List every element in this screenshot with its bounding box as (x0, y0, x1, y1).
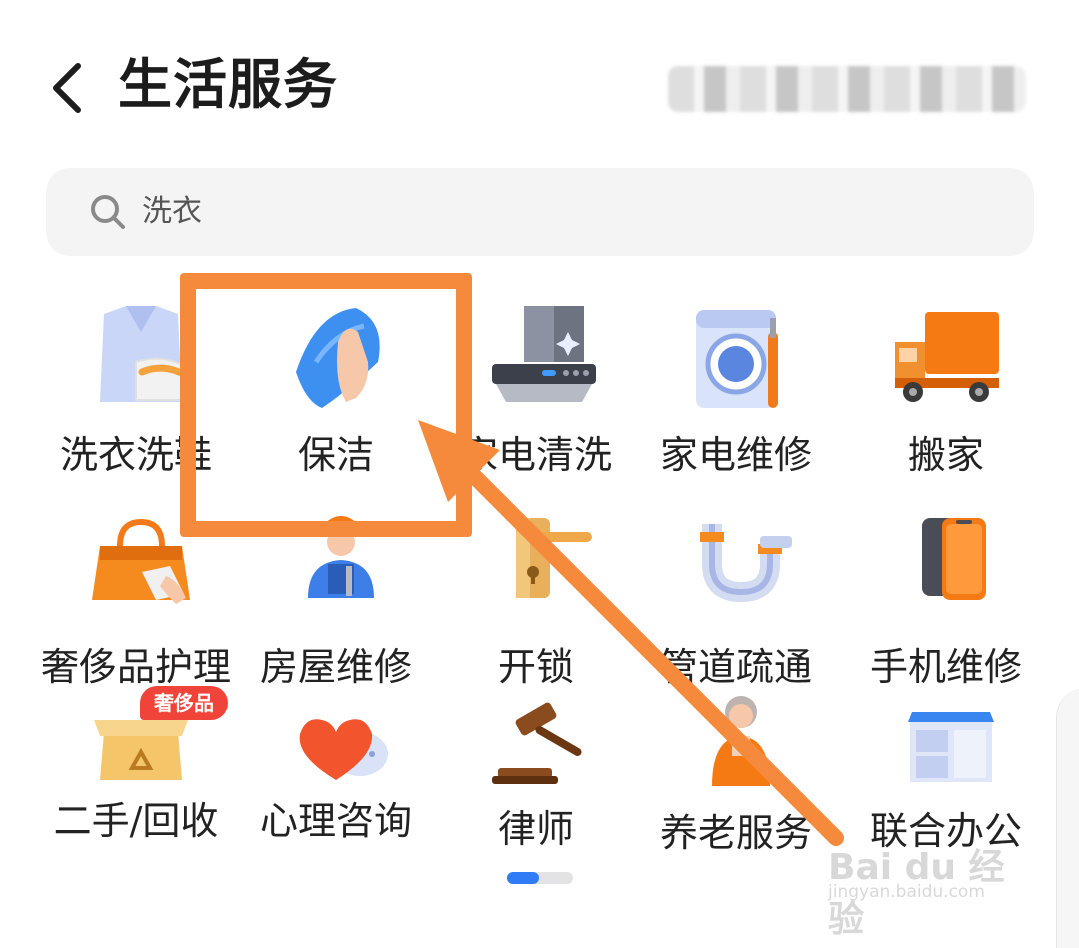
service-label: 联合办公 (869, 809, 1022, 853)
search-input[interactable]: 洗衣 (142, 188, 202, 236)
service-luxury-care[interactable]: 奢侈品护理 (36, 514, 236, 694)
chevron-left-icon (53, 63, 81, 113)
service-label: 手机维修 (869, 645, 1022, 689)
search-bar[interactable]: 洗衣 (46, 168, 1034, 256)
moving-truck-icon (895, 312, 999, 402)
service-label: 管道疏通 (659, 645, 812, 689)
phone-icon (922, 518, 986, 600)
service-moving[interactable]: 搬家 (846, 302, 1046, 482)
service-label: 家电维修 (659, 433, 812, 477)
desk-icon (908, 712, 994, 782)
luxury-badge: 奢侈品 (140, 686, 228, 720)
service-label: 房屋维修 (259, 645, 412, 689)
back-button[interactable] (44, 58, 94, 118)
pipe-icon (700, 524, 792, 603)
washing-machine-icon (696, 310, 778, 408)
service-cleaning[interactable]: 保洁 (236, 302, 436, 482)
service-elderly-care[interactable]: 养老服务 (636, 696, 836, 880)
service-label: 洗衣洗鞋 (59, 433, 212, 477)
top-bar: 生活服务 (0, 0, 1079, 150)
service-appliance-cleaning[interactable]: 家电清洗 (436, 302, 636, 482)
service-coworking[interactable]: 联合办公 (846, 700, 1046, 880)
repair-worker-icon (308, 516, 374, 598)
service-secondhand-recycle[interactable]: 二手/回收 (36, 700, 236, 880)
page-indicator (507, 872, 573, 884)
service-label: 心理咨询 (259, 799, 412, 843)
service-lawyer[interactable]: 律师 (436, 700, 636, 880)
elderly-icon (712, 696, 770, 786)
cleaning-cloth-icon (296, 308, 380, 408)
page-title: 生活服务 (118, 53, 338, 116)
service-label: 保洁 (297, 433, 374, 477)
watermark-url: jingyan.baidu.com (828, 882, 985, 902)
page-indicator-active (507, 872, 539, 884)
service-label: 家电清洗 (459, 433, 612, 477)
service-house-repair[interactable]: 房屋维修 (236, 514, 436, 694)
service-unlock[interactable]: 开锁 (436, 514, 636, 694)
door-lock-icon (516, 518, 592, 598)
service-counseling[interactable]: 心理咨询 (236, 700, 436, 880)
shirt-shoe-icon (100, 306, 195, 402)
service-label: 养老服务 (659, 811, 812, 855)
handbag-icon (92, 518, 190, 604)
gavel-icon (492, 702, 582, 784)
blurred-account-info (668, 66, 1026, 112)
range-hood-icon (492, 306, 596, 402)
service-label: 开锁 (497, 645, 574, 689)
service-pipe-unclog[interactable]: 管道疏通 (636, 514, 836, 694)
service-laundry[interactable]: 洗衣洗鞋 (36, 302, 236, 482)
service-label: 奢侈品护理 (40, 645, 231, 689)
service-appliance-repair[interactable]: 家电维修 (636, 302, 836, 482)
service-label: 搬家 (907, 433, 984, 477)
search-icon (91, 195, 125, 229)
service-label: 二手/回收 (53, 799, 219, 843)
service-phone-repair[interactable]: 手机维修 (846, 514, 1046, 694)
service-label: 律师 (497, 807, 574, 851)
side-handle[interactable] (1056, 688, 1079, 948)
